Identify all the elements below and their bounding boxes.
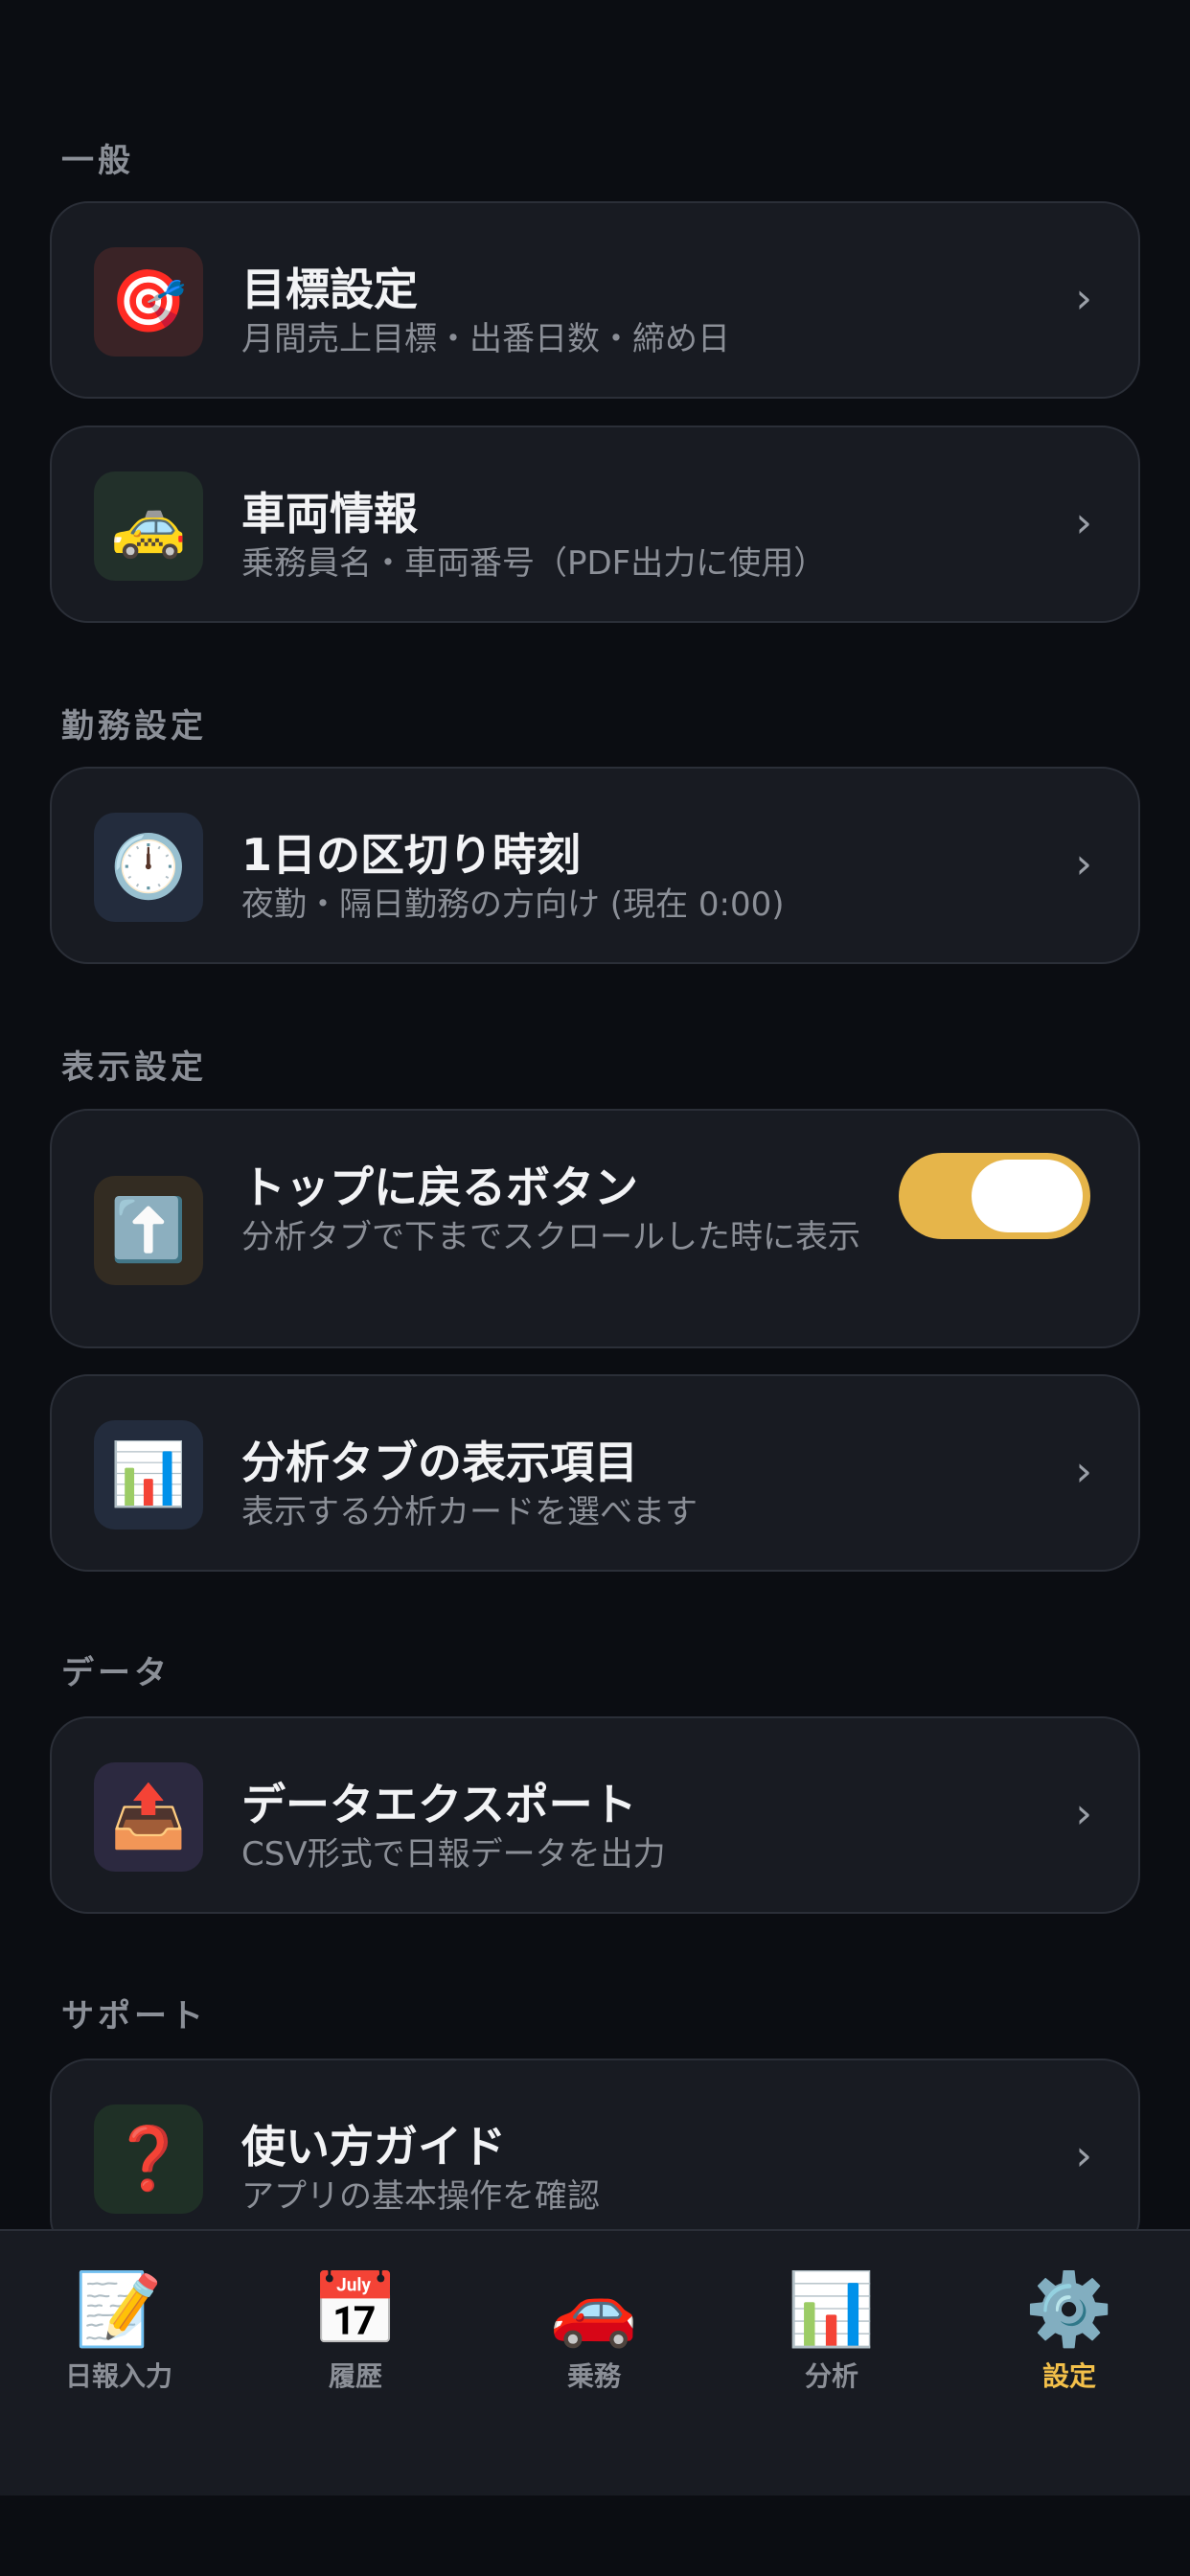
settings-item-subtitle: 月間売上目標・出番日数・締め日 bbox=[241, 320, 730, 358]
settings-item-subtitle: 夜勤・隔日勤務の方向け (現在 0:00) bbox=[241, 886, 785, 924]
settings-item-goal[interactable]: 🎯 目標設定 月間売上目標・出番日数・締め日 › bbox=[50, 201, 1140, 399]
settings-item-title: データエクスポート bbox=[241, 1779, 637, 1830]
outbox-tray-icon: 📤 bbox=[94, 1762, 203, 1872]
tab-label: 日報入力 bbox=[64, 2360, 172, 2392]
settings-item-title: 車両情報 bbox=[241, 488, 418, 540]
car-icon: 🚗 bbox=[549, 2268, 639, 2351]
chevron-right-icon: › bbox=[1075, 840, 1092, 888]
bar-chart-icon: 📊 bbox=[94, 1420, 203, 1530]
chevron-right-icon: › bbox=[1075, 498, 1092, 547]
settings-item-title: 使い方ガイド bbox=[241, 2121, 506, 2173]
settings-item-title: 分析タブの表示項目 bbox=[241, 1437, 638, 1488]
target-icon: 🎯 bbox=[94, 247, 203, 356]
settings-item-analysis-items[interactable]: 📊 分析タブの表示項目 表示する分析カードを選べます › bbox=[50, 1374, 1140, 1572]
home-indicator-area bbox=[0, 2496, 1190, 2576]
chevron-right-icon: › bbox=[1075, 1447, 1092, 1496]
tab-duty[interactable]: 🚗 乗務 bbox=[498, 2269, 690, 2394]
settings-item-subtitle: 表示する分析カードを選べます bbox=[241, 1493, 698, 1531]
settings-item-vehicle[interactable]: 🚕 車両情報 乗務員名・車両番号（PDF出力に使用） › bbox=[50, 426, 1140, 623]
up-arrow-icon: ⬆️ bbox=[94, 1176, 203, 1285]
section-title-general: 一般 bbox=[61, 142, 134, 180]
tab-settings[interactable]: ⚙️ 設定 bbox=[973, 2269, 1165, 2394]
question-mark-icon: ❓ bbox=[94, 2104, 203, 2214]
section-title-work: 勤務設定 bbox=[61, 707, 207, 746]
chevron-right-icon: › bbox=[1075, 1789, 1092, 1838]
settings-item-guide[interactable]: ❓ 使い方ガイド アプリの基本操作を確認 › bbox=[50, 2058, 1140, 2256]
section-title-support: サポート bbox=[61, 1997, 207, 2036]
tab-label: 履歴 bbox=[328, 2360, 382, 2392]
settings-screen: 一般 🎯 目標設定 月間売上目標・出番日数・締め日 › 🚕 車両情報 乗務員名・… bbox=[0, 0, 1190, 2576]
settings-item-export[interactable]: 📤 データエクスポート CSV形式で日報データを出力 › bbox=[50, 1716, 1140, 1914]
chevron-right-icon: › bbox=[1075, 2131, 1092, 2180]
clock-icon: 🕛 bbox=[94, 813, 203, 922]
gear-icon: ⚙️ bbox=[1024, 2268, 1114, 2351]
settings-item-title: 1日の区切り時刻 bbox=[241, 829, 582, 881]
section-title-data: データ bbox=[61, 1654, 171, 1692]
settings-item-subtitle: 乗務員名・車両番号（PDF出力に使用） bbox=[241, 544, 827, 583]
settings-item-subtitle: 分析タブで下までスクロールした時に表示 bbox=[241, 1218, 860, 1256]
toggle-knob bbox=[972, 1160, 1083, 1232]
tab-label: 分析 bbox=[804, 2360, 858, 2392]
calendar-icon: 📅 bbox=[310, 2268, 400, 2351]
chevron-right-icon: › bbox=[1075, 274, 1092, 323]
tab-label: 設定 bbox=[1041, 2360, 1096, 2392]
settings-item-subtitle: アプリの基本操作を確認 bbox=[241, 2177, 600, 2216]
tab-history[interactable]: 📅 履歴 bbox=[260, 2269, 451, 2394]
memo-icon: 📝 bbox=[74, 2268, 164, 2351]
settings-item-subtitle: CSV形式で日報データを出力 bbox=[241, 1835, 666, 1874]
settings-item-day-cutoff[interactable]: 🕛 1日の区切り時刻 夜勤・隔日勤務の方向け (現在 0:00) › bbox=[50, 767, 1140, 964]
settings-item-title: 目標設定 bbox=[241, 264, 418, 315]
tab-daily-report[interactable]: 📝 日報入力 bbox=[23, 2269, 215, 2394]
bar-chart-icon: 📊 bbox=[787, 2268, 877, 2351]
back-to-top-toggle[interactable] bbox=[899, 1153, 1090, 1239]
tab-label: 乗務 bbox=[566, 2360, 621, 2392]
section-title-display: 表示設定 bbox=[61, 1048, 207, 1087]
bottom-tab-bar: 📝 日報入力 📅 履歴 🚗 乗務 📊 分析 ⚙️ 設定 bbox=[0, 2229, 1190, 2496]
taxi-icon: 🚕 bbox=[94, 472, 203, 581]
settings-item-title: トップに戻るボタン bbox=[241, 1162, 638, 1213]
settings-item-back-to-top: ⬆️ トップに戻るボタン 分析タブで下までスクロールした時に表示 bbox=[50, 1109, 1140, 1348]
tab-analysis[interactable]: 📊 分析 bbox=[736, 2269, 927, 2394]
